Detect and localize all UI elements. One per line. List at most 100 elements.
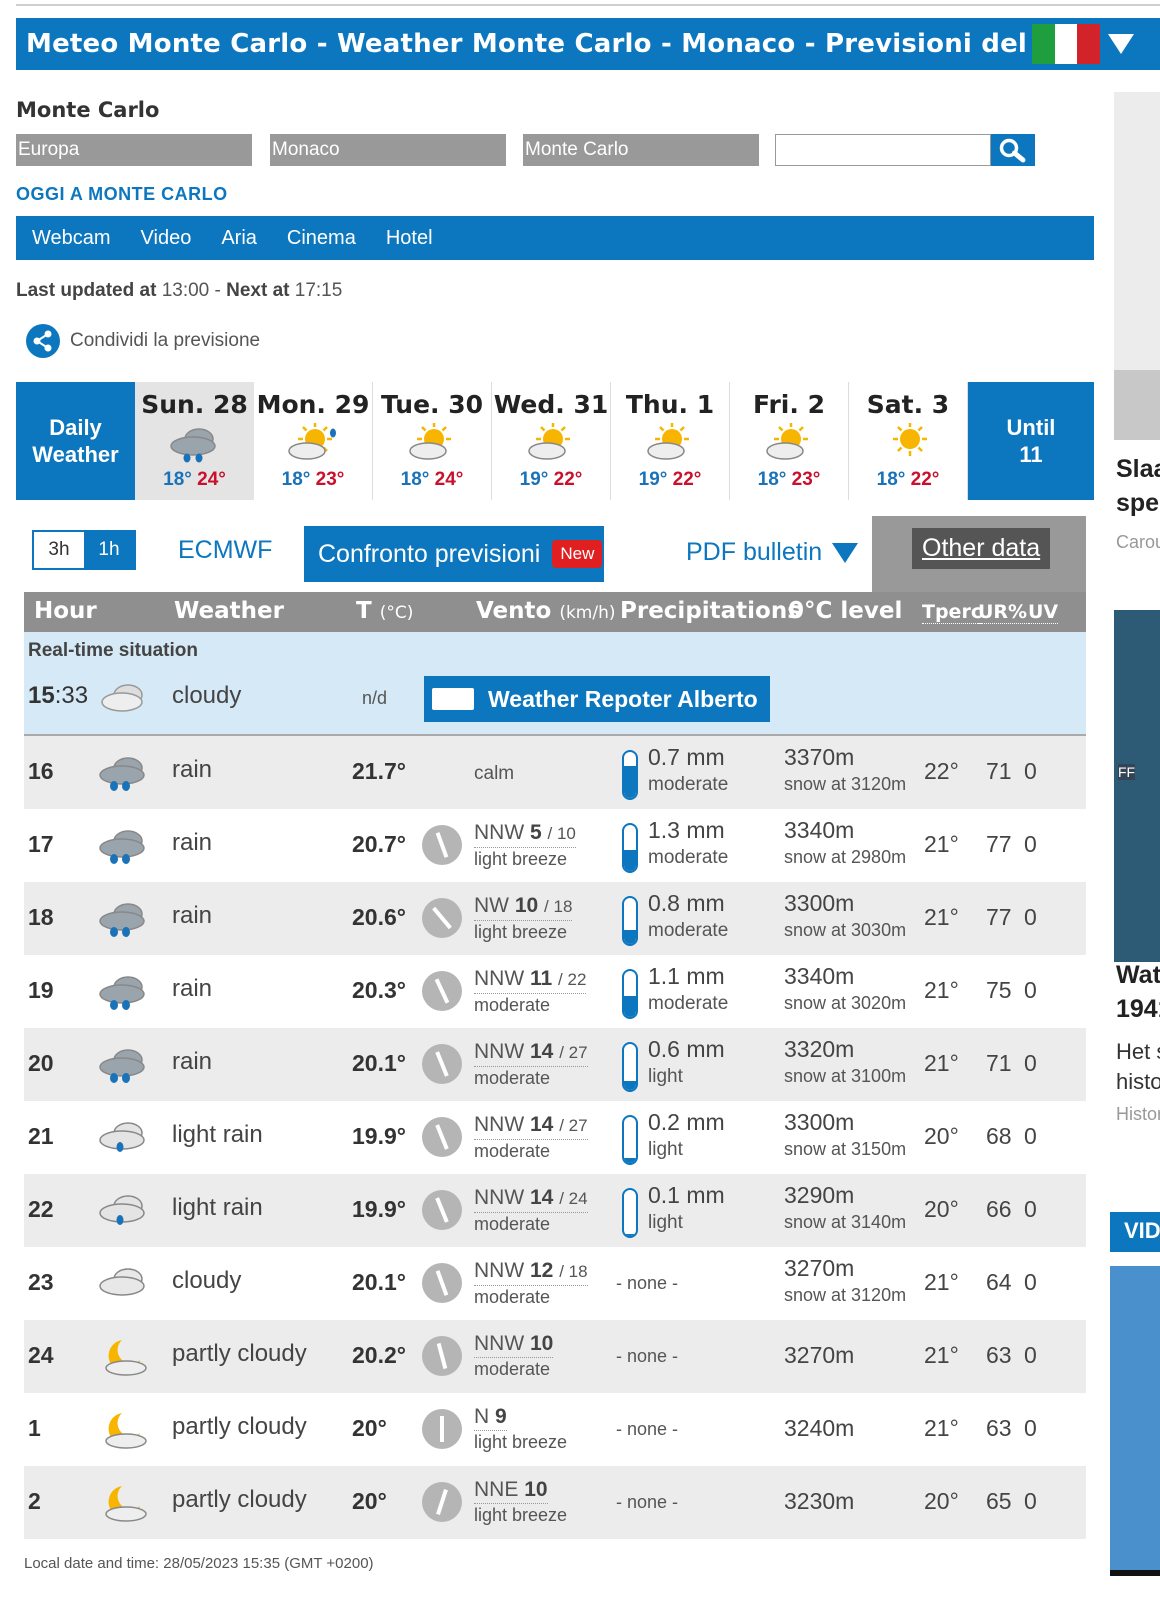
- day-min: 18°: [400, 469, 430, 490]
- table-row[interactable]: 18 rain 20.6° NW 10 / 18 light breeze 0.8…: [24, 882, 1086, 955]
- share-icon: [26, 324, 60, 358]
- sidebar-headline-2a[interactable]: Wat: [1116, 958, 1160, 992]
- pdf-bulletin-button[interactable]: PDF bulletin: [686, 538, 859, 567]
- wind-dir: N: [474, 1405, 490, 1428]
- table-row[interactable]: 2 partly cloudy 20° NNE 10 light breeze - …: [24, 1466, 1086, 1539]
- row-tperc: 20°: [924, 1488, 959, 1514]
- sidebar-headline-1b[interactable]: spel: [1116, 486, 1160, 520]
- compare-forecasts-button[interactable]: Confronto previsioni New: [304, 526, 604, 582]
- row-snow-level: snow at 2980m: [784, 847, 907, 867]
- ad-image[interactable]: [1114, 92, 1160, 440]
- row-hour: 18: [28, 904, 54, 930]
- day-tab[interactable]: Fri. 2 18° 23°: [730, 382, 849, 500]
- wind-direction-icon: [422, 1263, 462, 1303]
- table-row[interactable]: 23 cloudy 20.1° NNW 12 / 18 moderate - non…: [24, 1247, 1086, 1320]
- search-button[interactable]: [991, 134, 1035, 166]
- daily-weather-button[interactable]: Daily Weather: [16, 382, 135, 500]
- day-max: 23°: [315, 469, 345, 490]
- sun-cloud-icon: [373, 419, 491, 469]
- nav-cinema[interactable]: Cinema: [287, 227, 356, 250]
- day-tab[interactable]: Wed. 31 19° 22°: [492, 382, 611, 500]
- nav-video[interactable]: Video: [141, 227, 192, 250]
- country-select[interactable]: Monaco: [270, 134, 506, 166]
- row-precipitation: - none -: [616, 1419, 679, 1439]
- continent-select[interactable]: Europa: [16, 134, 252, 166]
- row-wind: NNW 14 / 24 moderate: [474, 1184, 588, 1235]
- row-freezing-level: 3270m: [784, 1342, 855, 1368]
- day-min: 18°: [163, 469, 192, 490]
- day-name: Thu. 1: [625, 390, 715, 419]
- wind-desc: light breeze: [474, 1505, 568, 1525]
- cloudy-icon: [101, 684, 143, 712]
- tab-1h[interactable]: 1h: [84, 532, 134, 568]
- sun-icon: [849, 419, 967, 469]
- row-temp: 20°: [352, 1415, 387, 1441]
- day-tab[interactable]: Tue. 30 18° 24°: [373, 382, 492, 500]
- row-snow-level: snow at 3100m: [784, 1066, 907, 1086]
- language-flag-icon[interactable]: [1032, 24, 1101, 64]
- col-temp-unit: (°C): [379, 603, 414, 623]
- table-row[interactable]: 16 rain 21.7° calm 0.7 mm moderate 3370m sn…: [24, 736, 1086, 809]
- rain-gauge-icon: [622, 1188, 638, 1238]
- row-precipitation: - none -: [616, 1273, 679, 1293]
- wind-dir: NNW: [474, 1259, 525, 1282]
- table-row[interactable]: 1 partly cloudy 20° N 9 light breeze - non…: [24, 1393, 1086, 1466]
- share-forecast-button[interactable]: Condividi la previsione: [26, 324, 260, 358]
- weather-reporter-button[interactable]: Weather Repoter Alberto: [424, 676, 770, 722]
- day-tab[interactable]: Thu. 1 19° 22°: [611, 382, 730, 500]
- row-wind: NNW 14 / 27 moderate: [474, 1038, 588, 1089]
- wind-desc: moderate: [474, 1287, 551, 1307]
- table-row[interactable]: 21 light rain 19.9° NNW 14 / 27 moderate …: [24, 1101, 1086, 1174]
- row-tperc: 21°: [924, 1342, 959, 1368]
- table-row[interactable]: 17 rain 20.7° NNW 5 / 10 light breeze 1.3…: [24, 809, 1086, 882]
- search-input[interactable]: [775, 134, 991, 166]
- wind-desc: moderate: [474, 1141, 551, 1161]
- day-tab[interactable]: Sun. 28 18° 24°: [135, 382, 254, 500]
- sidebar-video-image[interactable]: [1110, 1266, 1160, 1576]
- other-data-tab: Other data: [872, 516, 1086, 592]
- nav-webcam[interactable]: Webcam: [32, 227, 111, 250]
- day-tab[interactable]: Mon. 29 18° 23°: [254, 382, 373, 500]
- section-nav: Webcam Video Aria Cinema Hotel: [16, 216, 1094, 260]
- day-tab[interactable]: Sat. 3 18° 22°: [849, 382, 968, 500]
- wind-desc: moderate: [474, 1214, 551, 1234]
- row-hour: 19: [28, 977, 54, 1003]
- rain-gauge-icon: [622, 896, 638, 946]
- row-wind: NNW 5 / 10 light breeze: [474, 819, 576, 870]
- wind-direction-icon: [422, 1117, 462, 1157]
- wind-gust: / 27: [559, 1043, 588, 1062]
- row-humidity: 68: [986, 1123, 1012, 1149]
- sidebar-headline-1a[interactable]: Slaa: [1116, 452, 1160, 486]
- rain-gauge-icon: [622, 1042, 638, 1092]
- model-link[interactable]: ECMWF: [178, 536, 272, 565]
- table-row[interactable]: 24 partly cloudy 20.2° NNW 10 moderate - n…: [24, 1320, 1086, 1393]
- col-uv: UV: [1028, 601, 1059, 624]
- city-select[interactable]: Monte Carlo: [523, 134, 759, 166]
- nav-aria[interactable]: Aria: [221, 227, 257, 250]
- sun-cloud-icon: [611, 419, 729, 469]
- until-day-button[interactable]: Until 11: [968, 382, 1094, 500]
- other-data-button[interactable]: Other data: [912, 528, 1051, 569]
- sidebar-text-2b: histo: [1116, 1069, 1160, 1094]
- row-hour: 21: [28, 1123, 54, 1149]
- row-precipitation: - none -: [616, 1492, 679, 1512]
- pdf-label: PDF bulletin: [686, 538, 823, 566]
- prec-desc: moderate: [648, 920, 729, 941]
- row-humidity: 71: [986, 758, 1012, 784]
- interval-tabs: 3h 1h: [32, 530, 136, 570]
- tab-3h[interactable]: 3h: [34, 532, 84, 568]
- nav-hotel[interactable]: Hotel: [386, 227, 433, 250]
- flag-green: [1032, 24, 1055, 64]
- sidebar-map-image[interactable]: FF: [1114, 610, 1160, 962]
- rain-icon: [96, 971, 152, 1013]
- table-row[interactable]: 22 light rain 19.9° NNW 14 / 24 moderate …: [24, 1174, 1086, 1247]
- sidebar-headline-2b[interactable]: 1941: [1116, 992, 1160, 1026]
- prec-amount: 0.8 mm: [648, 890, 725, 916]
- row-uv: 0: [1024, 1342, 1037, 1368]
- row-freezing-level: 3300m: [784, 890, 855, 916]
- daily-label-line2: Weather: [32, 442, 119, 467]
- table-row[interactable]: 20 rain 20.1° NNW 14 / 27 moderate 0.6 mm…: [24, 1028, 1086, 1101]
- sidebar-video-tab[interactable]: VID: [1110, 1212, 1160, 1252]
- row-temp: 20.1°: [352, 1050, 406, 1076]
- table-row[interactable]: 19 rain 20.3° NNW 11 / 22 moderate 1.1 mm…: [24, 955, 1086, 1028]
